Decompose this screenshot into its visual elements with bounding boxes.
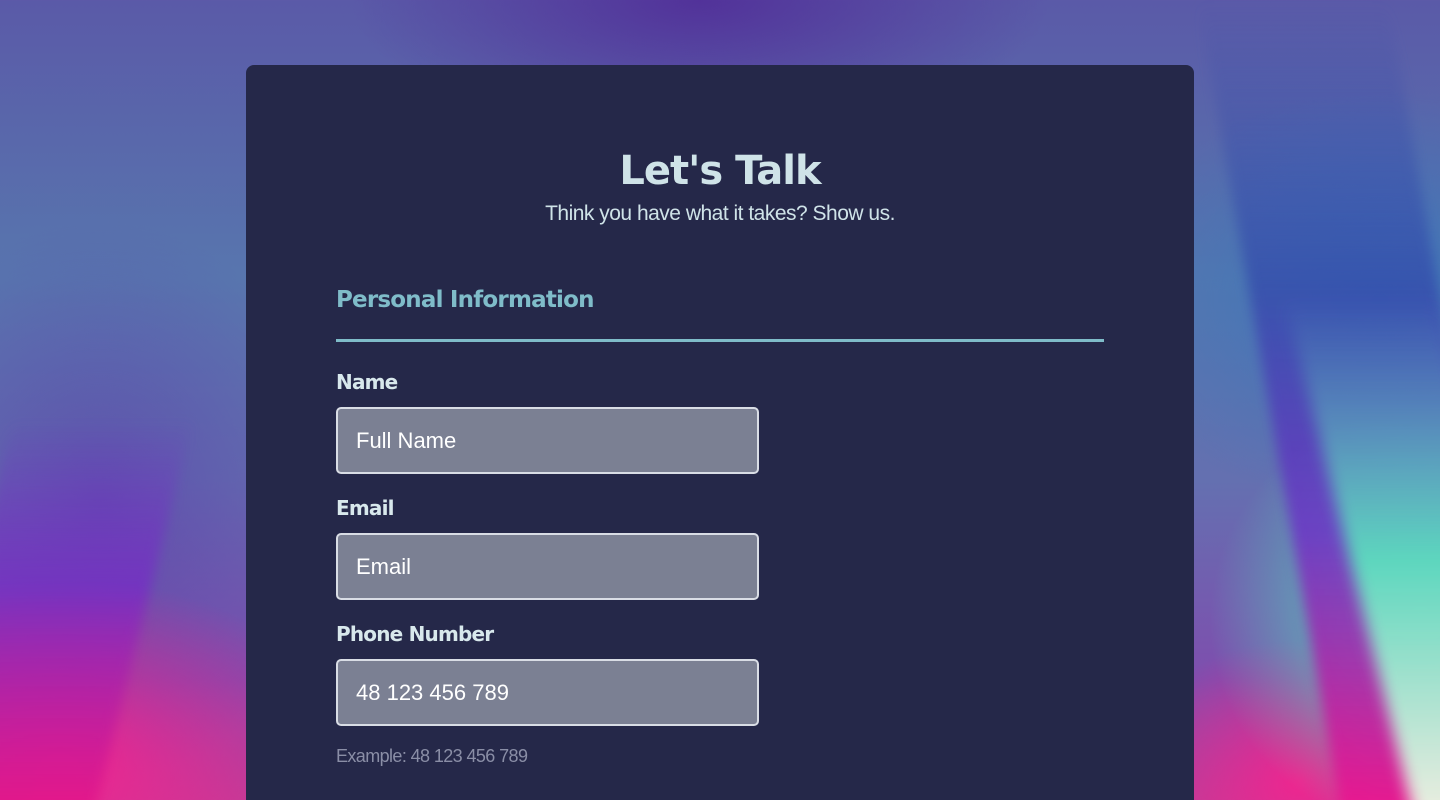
email-label: Email (336, 496, 395, 520)
email-input[interactable] (336, 533, 759, 600)
form-header: Let's Talk Think you have what it takes?… (336, 65, 1104, 229)
section-title-personal-information: Personal Information (336, 283, 1104, 342)
background-light-beam-left (0, 420, 193, 800)
name-label: Name (336, 370, 398, 394)
name-field-group: Name (336, 368, 1104, 474)
name-input[interactable] (336, 407, 759, 474)
page-subtitle: Think you have what it takes? Show us. (545, 202, 895, 225)
contact-form-card: Let's Talk Think you have what it takes?… (246, 65, 1194, 800)
email-field-group: Email (336, 494, 1104, 600)
phone-number-hint: Example: 48 123 456 789 (336, 746, 528, 766)
phone-number-input[interactable] (336, 659, 759, 726)
phone-field-group: Phone Number Example: 48 123 456 789 (336, 620, 1104, 768)
phone-number-label: Phone Number (336, 622, 494, 646)
page-title: Let's Talk (619, 148, 821, 194)
